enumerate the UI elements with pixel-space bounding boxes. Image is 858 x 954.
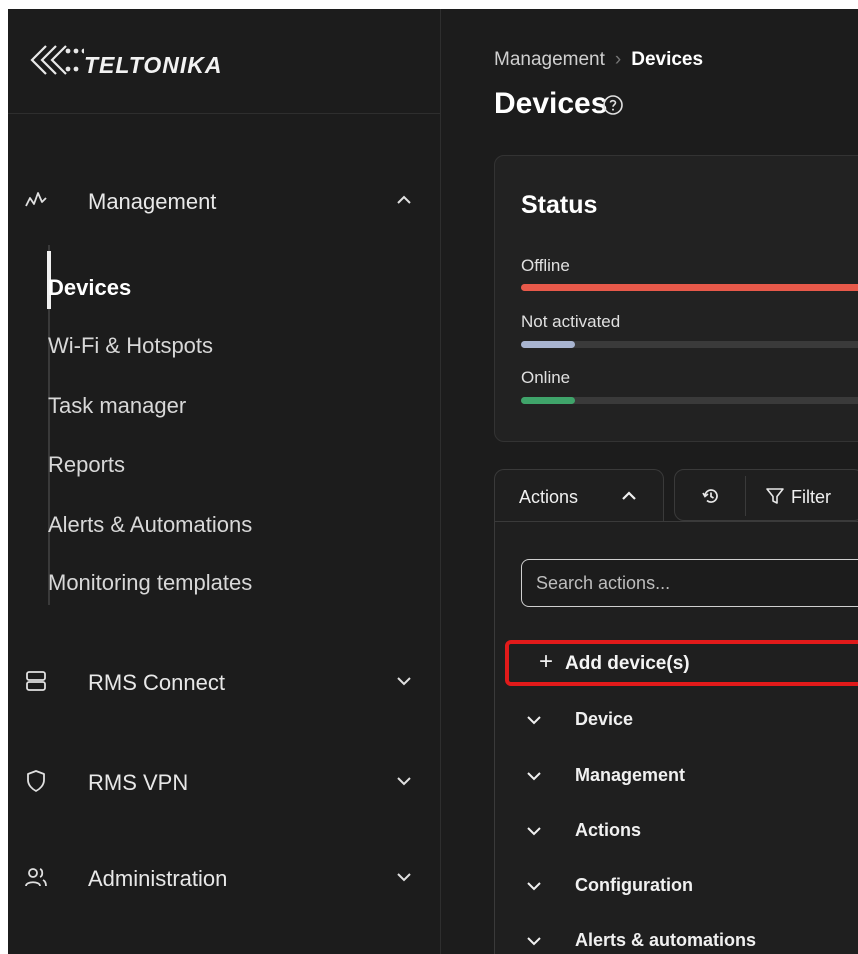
section-configuration[interactable]: Configuration (525, 872, 858, 902)
app-window: TELTONIKA Management Devices Wi-Fi & Hot… (8, 9, 858, 954)
chevron-down-icon (527, 827, 541, 836)
sidebar-item-devices[interactable]: Devices (48, 275, 131, 301)
nav-group-label: RMS VPN (88, 770, 189, 795)
history-icon[interactable] (701, 486, 721, 506)
toolbar-divider (745, 476, 746, 516)
status-not-activated-fill (521, 341, 575, 348)
section-label: Device (575, 709, 634, 729)
actions-dropdown-panel: + Add device(s) Device Management Action… (494, 521, 858, 954)
status-not-activated-label: Not activated (521, 312, 621, 331)
chevron-down-icon (527, 716, 541, 725)
breadcrumb: Management › Devices (494, 49, 703, 71)
brand-name: TELTONIKA (84, 52, 223, 78)
section-label: Configuration (575, 875, 693, 895)
section-alerts-automations[interactable]: Alerts & automations (525, 927, 858, 954)
server-icon (26, 671, 46, 691)
search-actions-input[interactable] (521, 559, 858, 607)
status-not-activated-bar (521, 341, 858, 348)
status-card: Status Offline Not activated Online (494, 155, 858, 442)
section-management[interactable]: Management (525, 762, 858, 792)
chevron-down-icon (527, 937, 541, 946)
nav-group-management[interactable]: Management (8, 174, 441, 230)
status-offline-label: Offline (521, 256, 570, 275)
section-actions[interactable]: Actions (525, 817, 858, 847)
chevron-down-icon (397, 777, 411, 786)
users-icon (25, 868, 47, 887)
actions-button-label: Actions (519, 487, 579, 507)
status-offline-bar (521, 284, 858, 291)
actions-button[interactable]: Actions (494, 469, 664, 521)
section-label: Alerts & automations (575, 930, 757, 950)
page-title: Devices (494, 87, 608, 120)
shield-icon (27, 770, 45, 792)
toolbar-group: Filter (674, 469, 858, 521)
filter-icon[interactable] (765, 486, 785, 506)
sidebar-item-task-manager[interactable]: Task manager (48, 393, 186, 419)
nav-group-administration[interactable]: Administration (8, 851, 441, 907)
sidebar-item-alerts-automations[interactable]: Alerts & Automations (48, 512, 252, 538)
activity-icon (25, 192, 47, 207)
nav-group-rms-vpn[interactable]: RMS VPN (8, 755, 441, 811)
status-offline-fill (521, 284, 858, 291)
status-online-bar (521, 397, 858, 404)
section-label: Management (575, 765, 686, 785)
logo-area: TELTONIKA (8, 9, 441, 114)
plus-icon: + (539, 648, 554, 675)
sidebar-item-reports[interactable]: Reports (48, 452, 125, 478)
nav-group-label: Management (88, 189, 217, 214)
chevron-down-icon (397, 873, 411, 882)
chevron-up-icon (622, 491, 636, 500)
sidebar: TELTONIKA Management Devices Wi-Fi & Hot… (8, 9, 441, 954)
chevron-down-icon (527, 772, 541, 781)
help-icon[interactable] (602, 94, 624, 116)
main-content: Management › Devices Devices Status Offlin… (442, 9, 858, 954)
breadcrumb-current: Devices (631, 49, 704, 70)
nav-group-label: RMS Connect (88, 670, 225, 695)
breadcrumb-parent[interactable]: Management (494, 49, 605, 70)
add-device-label: Add device(s) (565, 653, 690, 674)
teltonika-logo-icon (30, 45, 84, 75)
sidebar-item-wifi-hotspots[interactable]: Wi-Fi & Hotspots (48, 333, 213, 359)
status-online-fill (521, 397, 575, 404)
chevron-down-icon (397, 677, 411, 686)
status-title: Status (521, 191, 598, 219)
chevron-down-icon (527, 882, 541, 891)
filter-button-label[interactable]: Filter (791, 487, 831, 508)
status-online-label: Online (521, 368, 571, 387)
sidebar-item-monitoring-templates[interactable]: Monitoring templates (48, 570, 252, 596)
chevron-up-icon (397, 195, 411, 204)
section-device[interactable]: Device (525, 706, 858, 736)
add-device-button[interactable]: + Add device(s) (505, 640, 858, 686)
nav-group-label: Administration (88, 866, 228, 891)
section-label: Actions (575, 820, 642, 840)
breadcrumb-separator-icon: › (614, 49, 622, 70)
nav-group-rms-connect[interactable]: RMS Connect (8, 655, 441, 711)
